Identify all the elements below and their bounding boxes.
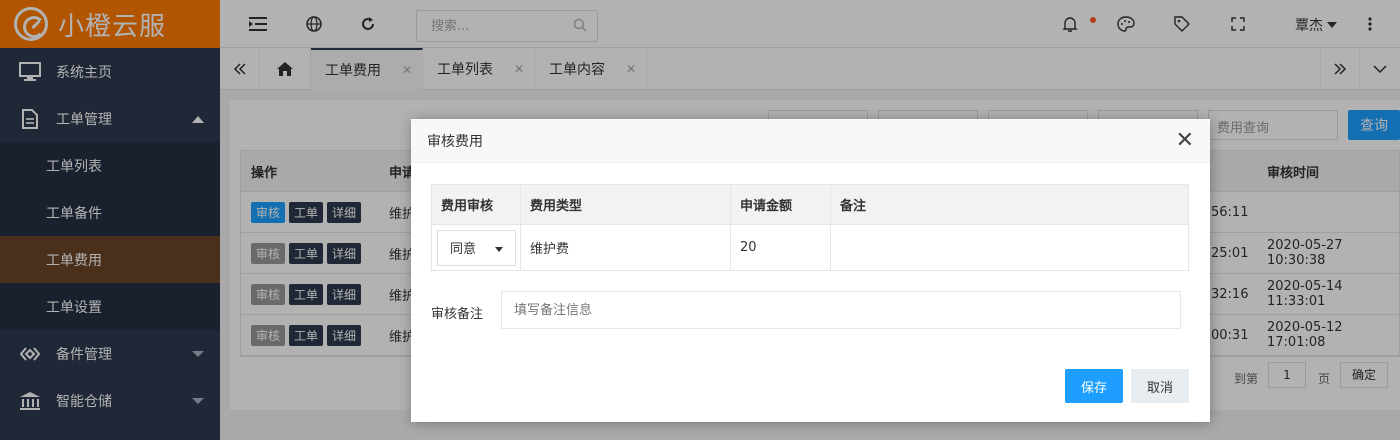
audit-decision-select[interactable]: 同意 [437, 229, 516, 266]
fee-audit-table: 费用审核 费用类型 申请金额 备注 同意 维护费 20 [431, 184, 1189, 271]
audit-remark-label: 审核备注 [431, 307, 484, 322]
select-value: 同意 [450, 242, 477, 257]
column-header-audit: 费用审核 [431, 184, 521, 225]
table-row: 同意 维护费 20 [431, 224, 1189, 271]
caret-down-icon [495, 246, 503, 252]
save-button[interactable]: 保存 [1065, 369, 1123, 403]
dialog-title: 审核费用 [427, 133, 483, 150]
audit-fee-dialog: 审核费用 ✕ 费用审核 费用类型 申请金额 备注 同意 维护费 20 审核备注 … [411, 119, 1210, 422]
audit-remark-input[interactable] [501, 291, 1181, 329]
cell-fee-type: 维护费 [520, 224, 731, 271]
column-header-remark: 备注 [830, 184, 1189, 225]
close-icon[interactable]: ✕ [1176, 130, 1194, 152]
cancel-button[interactable]: 取消 [1131, 369, 1189, 403]
column-header-amount: 申请金额 [730, 184, 831, 225]
column-header-type: 费用类型 [520, 184, 731, 225]
cell-amount: 20 [730, 224, 831, 271]
table-header-row: 费用审核 费用类型 申请金额 备注 [431, 184, 1189, 225]
dialog-header: 审核费用 [411, 119, 1210, 163]
cell-remark [830, 224, 1189, 271]
